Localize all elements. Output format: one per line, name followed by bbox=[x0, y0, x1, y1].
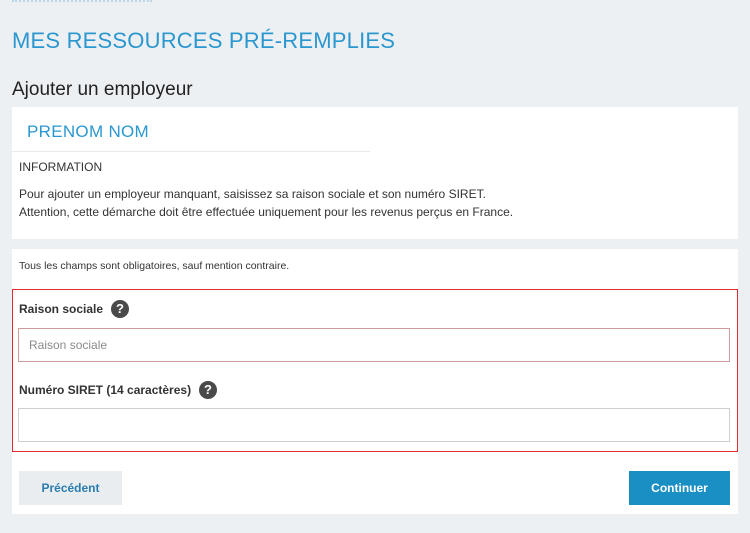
question-circle-icon[interactable]: ? bbox=[199, 381, 217, 399]
information-text: Pour ajouter un employeur manquant, sais… bbox=[19, 185, 729, 221]
information-panel: PRENOM NOM INFORMATION Pour ajouter un e… bbox=[12, 107, 738, 239]
person-name: PRENOM NOM bbox=[27, 122, 149, 141]
question-circle-icon[interactable]: ? bbox=[111, 300, 129, 318]
siret-label: Numéro SIRET (14 caractères) bbox=[19, 383, 192, 397]
raison-sociale-input[interactable] bbox=[18, 328, 730, 362]
divider bbox=[12, 151, 370, 152]
page: MES RESSOURCES PRÉ-REMPLIES Ajouter un e… bbox=[0, 0, 750, 533]
siret-input[interactable] bbox=[18, 408, 730, 442]
raison-sociale-label: Raison sociale bbox=[19, 302, 104, 316]
information-line-1: Pour ajouter un employeur manquant, sais… bbox=[19, 187, 486, 201]
page-title: MES RESSOURCES PRÉ-REMPLIES bbox=[12, 28, 396, 53]
section-title: Ajouter un employeur bbox=[12, 79, 193, 100]
information-line-2: Attention, cette démarche doit être effe… bbox=[19, 205, 514, 219]
mandatory-fields-note: Tous les champs sont obligatoires, sauf … bbox=[19, 260, 290, 272]
top-decoration bbox=[12, 0, 152, 5]
information-heading: INFORMATION bbox=[19, 160, 103, 174]
previous-button[interactable]: Précédent bbox=[19, 471, 122, 505]
employer-form: Tous les champs sont obligatoires, sauf … bbox=[12, 249, 738, 514]
continue-button[interactable]: Continuer bbox=[629, 471, 730, 505]
